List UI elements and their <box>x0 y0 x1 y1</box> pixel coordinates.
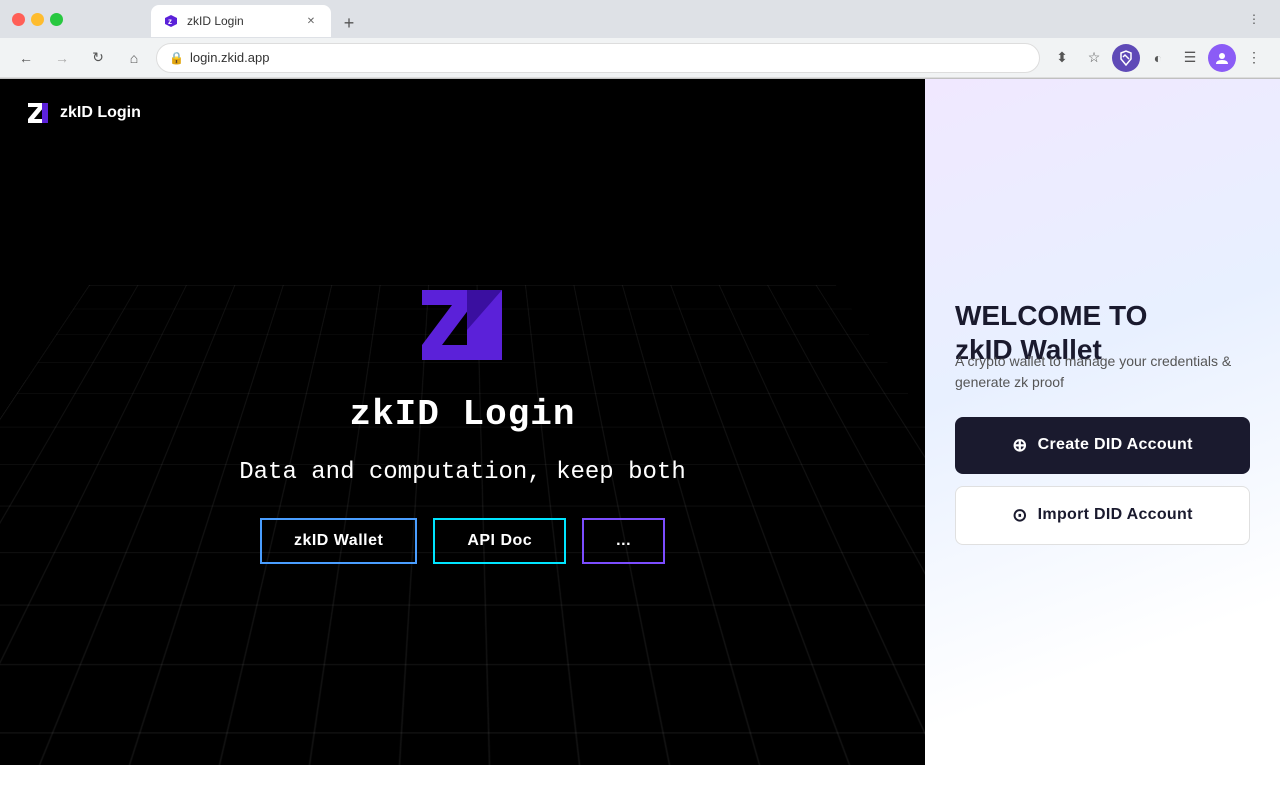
page-content: zkID Login zkID Login Data and computati… <box>0 79 1280 765</box>
back-button[interactable]: ← <box>12 44 40 72</box>
welcome-section: WELCOME TO zkID Wallet A crypto wallet t… <box>955 299 1250 392</box>
hero-title: zkID Login <box>349 394 575 435</box>
maximize-button[interactable] <box>50 13 63 26</box>
title-bar: z zkID Login ✕ + ⋮ <box>0 0 1280 38</box>
new-tab-button[interactable]: + <box>335 9 363 37</box>
left-header: zkID Login <box>24 99 141 127</box>
create-did-button[interactable]: ⊕ Create DID Account <box>955 417 1250 474</box>
hero-logo-icon <box>412 280 512 370</box>
welcome-line1: WELCOME TO <box>955 300 1147 331</box>
create-did-label: Create DID Account <box>1038 436 1193 454</box>
center-content: zkID Login Data and computation, keep bo… <box>239 280 685 564</box>
tab-favicon: z <box>163 13 179 29</box>
tab-close-icon[interactable]: ✕ <box>303 13 319 29</box>
import-did-button[interactable]: ⊙ Import DID Account <box>955 486 1250 545</box>
create-icon: ⊕ <box>1012 435 1027 456</box>
nav-bar: ← → ↻ ⌂ 🔒 login.zkid.app ⬍ ☆ ◐ ☰ <box>0 38 1280 78</box>
forward-button[interactable]: → <box>48 44 76 72</box>
window-controls-right: ⋮ <box>1248 12 1260 26</box>
extensions-icon[interactable]: ◐ <box>1144 44 1172 72</box>
home-button[interactable]: ⌂ <box>120 44 148 72</box>
address-text: login.zkid.app <box>190 50 1027 65</box>
import-icon: ⊙ <box>1012 505 1027 526</box>
header-logo-icon <box>24 99 52 127</box>
profile-icon[interactable] <box>1208 44 1236 72</box>
hero-tagline: Data and computation, keep both <box>239 459 685 486</box>
header-title: zkID Login <box>60 104 141 122</box>
active-tab[interactable]: z zkID Login ✕ <box>151 5 331 37</box>
left-panel: zkID Login zkID Login Data and computati… <box>0 79 925 765</box>
window-controls <box>12 13 63 26</box>
api-doc-button[interactable]: API Doc <box>433 518 566 564</box>
hero-buttons: zkID Wallet API Doc ... <box>260 518 665 564</box>
right-panel: WELCOME TO zkID Wallet A crypto wallet t… <box>925 79 1280 765</box>
reload-button[interactable]: ↻ <box>84 44 112 72</box>
minimize-button[interactable] <box>31 13 44 26</box>
action-buttons: ⊕ Create DID Account ⊙ Import DID Accoun… <box>955 417 1250 545</box>
welcome-subtitle: A crypto wallet to manage your credentia… <box>955 351 1250 393</box>
share-icon[interactable]: ⬍ <box>1048 44 1076 72</box>
address-bar[interactable]: 🔒 login.zkid.app <box>156 43 1040 73</box>
menu-icon[interactable]: ⋮ <box>1240 44 1268 72</box>
wallet-button[interactable]: zkID Wallet <box>260 518 417 564</box>
nav-right-icons: ⬍ ☆ ◐ ☰ ⋮ <box>1048 44 1268 72</box>
bookmark-icon[interactable]: ☆ <box>1080 44 1108 72</box>
lock-icon: 🔒 <box>169 51 184 65</box>
more-button[interactable]: ... <box>582 518 665 564</box>
sidebar-icon[interactable]: ☰ <box>1176 44 1204 72</box>
svg-text:z: z <box>168 17 172 26</box>
tab-bar: z zkID Login ✕ + <box>71 1 443 37</box>
extension-zkid-icon[interactable] <box>1112 44 1140 72</box>
import-did-label: Import DID Account <box>1038 506 1193 524</box>
close-button[interactable] <box>12 13 25 26</box>
tab-title: zkID Login <box>187 14 295 28</box>
